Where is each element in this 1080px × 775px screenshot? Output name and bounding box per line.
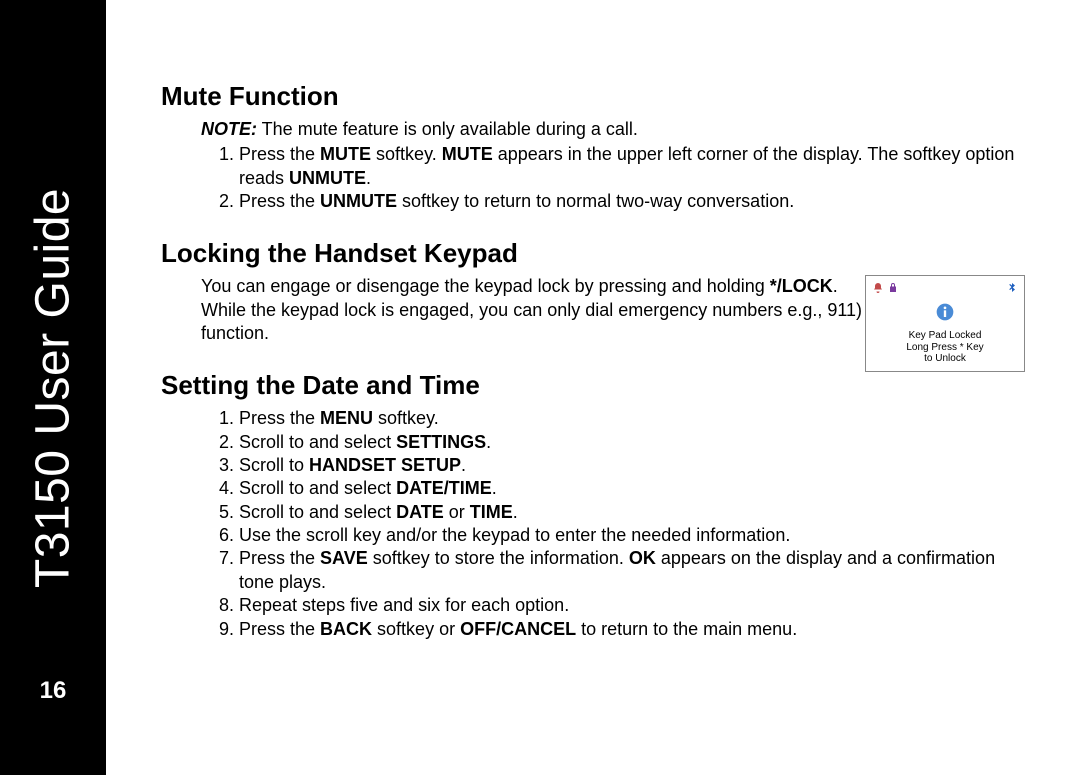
document-title: T3150 User Guide <box>26 187 81 587</box>
list-item: Use the scroll key and/or the keypad to … <box>239 524 1025 547</box>
keypad-lock-figure: Key Pad Locked Long Press * Key to Unloc… <box>865 275 1025 372</box>
lock-paragraph: You can engage or disengage the keypad l… <box>201 275 871 345</box>
heading-lock: Locking the Handset Keypad <box>161 237 1025 271</box>
mute-note: NOTE: The mute feature is only available… <box>201 118 1025 141</box>
list-item: Scroll to and select SETTINGS. <box>239 431 1025 454</box>
note-label: NOTE: <box>201 119 257 139</box>
lock-icon <box>887 277 899 300</box>
bluetooth-icon <box>1006 277 1018 300</box>
note-text: The mute feature is only available durin… <box>257 119 638 139</box>
figure-text-3: to Unlock <box>870 353 1020 365</box>
list-item: Press the UNMUTE softkey to return to no… <box>239 190 1025 213</box>
figure-status-bar <box>870 280 1020 298</box>
list-item: Press the MUTE softkey. MUTE appears in … <box>239 143 1025 190</box>
page-number: 16 <box>40 677 67 705</box>
datetime-steps: Press the MENU softkey. Scroll to and se… <box>161 407 1025 641</box>
list-item: Repeat steps five and six for each optio… <box>239 594 1025 617</box>
list-item: Scroll to and select DATE or TIME. <box>239 501 1025 524</box>
bell-icon <box>872 277 884 300</box>
list-item: Press the SAVE softkey to store the info… <box>239 547 1025 594</box>
list-item: Scroll to HANDSET SETUP. <box>239 454 1025 477</box>
heading-datetime: Setting the Date and Time <box>161 369 1025 403</box>
list-item: Press the BACK softkey or OFF/CANCEL to … <box>239 618 1025 641</box>
list-item: Scroll to and select DATE/TIME. <box>239 477 1025 500</box>
list-item: Press the MENU softkey. <box>239 407 1025 430</box>
sidebar: T3150 User Guide 16 <box>0 0 106 775</box>
figure-text-1: Key Pad Locked <box>870 330 1020 342</box>
info-icon <box>935 302 955 328</box>
figure-info-row <box>870 302 1020 328</box>
page-container: T3150 User Guide 16 Mute Function NOTE: … <box>0 0 1080 775</box>
heading-mute: Mute Function <box>161 80 1025 114</box>
figure-text-2: Long Press * Key <box>870 342 1020 354</box>
mute-steps: Press the MUTE softkey. MUTE appears in … <box>161 143 1025 213</box>
content-area: Mute Function NOTE: The mute feature is … <box>106 0 1080 775</box>
